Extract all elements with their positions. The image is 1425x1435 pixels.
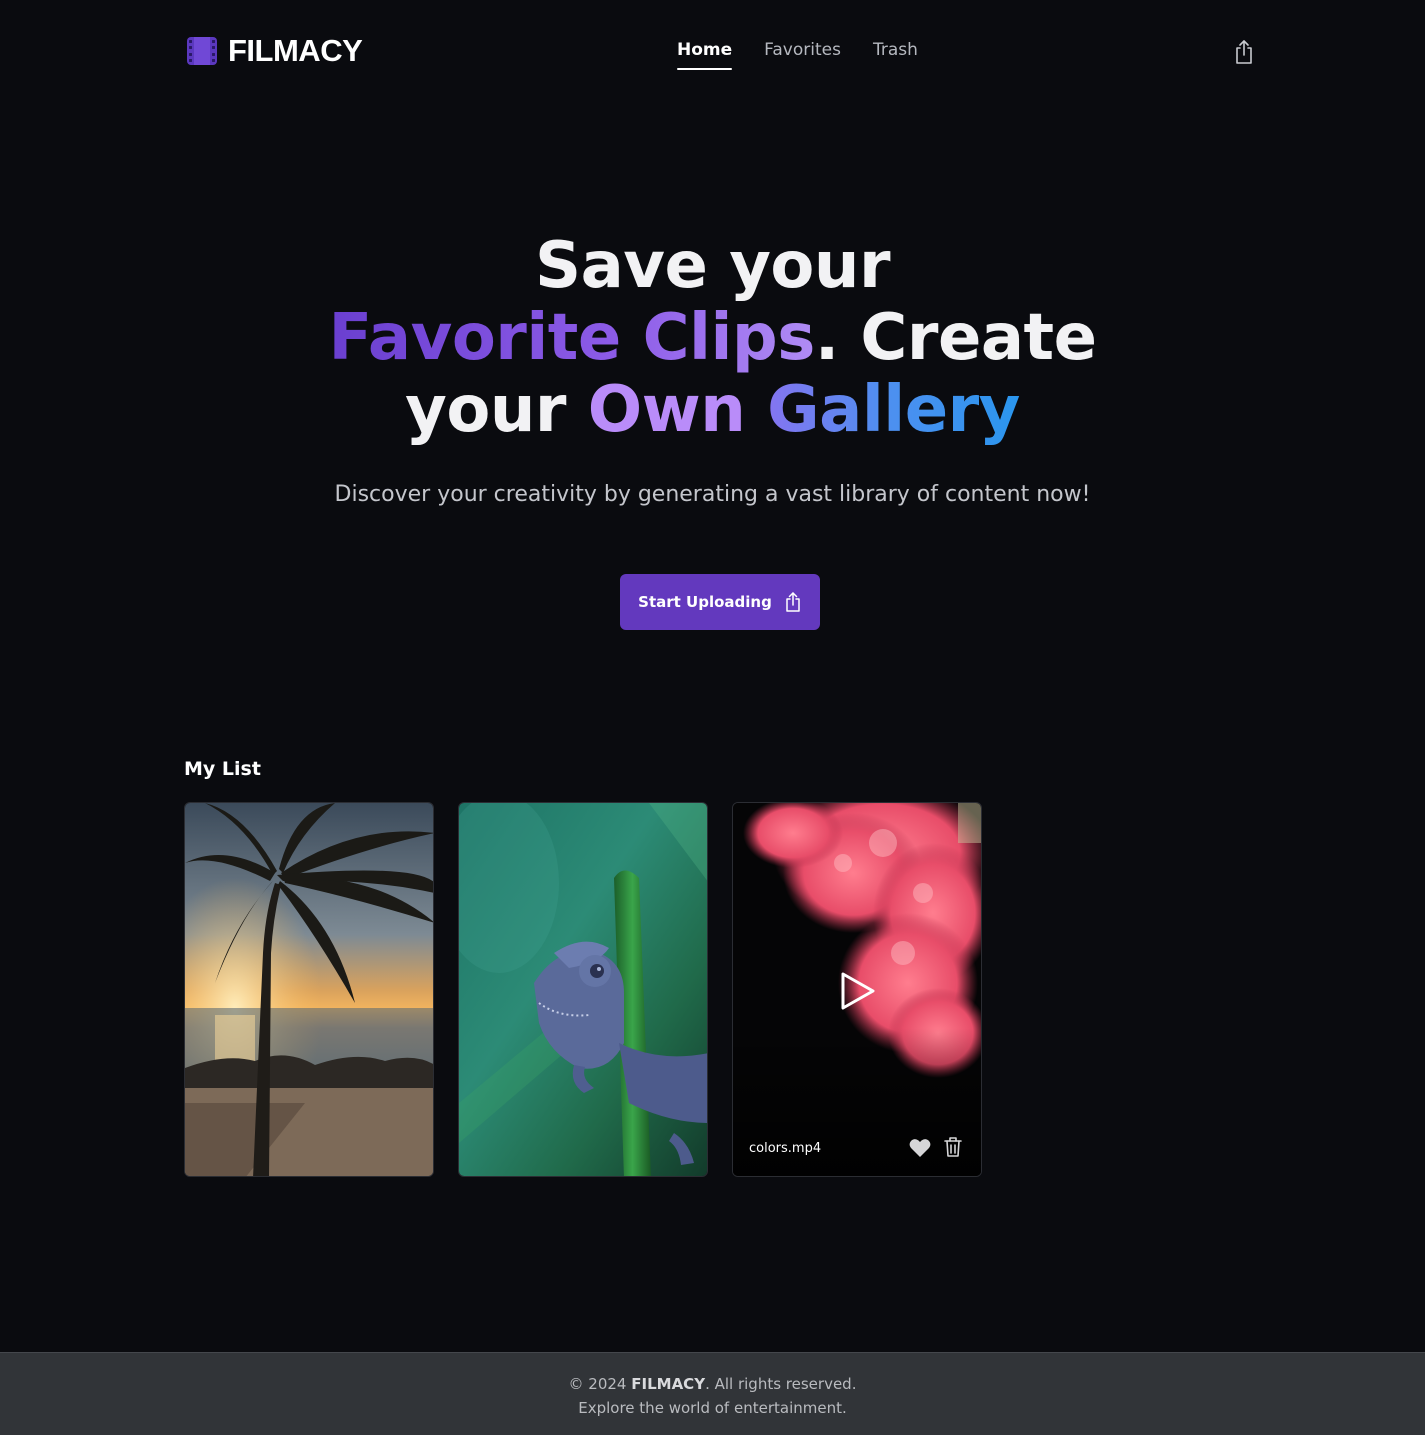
- video-card-palm-sunset[interactable]: [184, 802, 434, 1177]
- hero-subtitle: Discover your creativity by generating a…: [334, 482, 1091, 507]
- video-card-chameleon[interactable]: [458, 802, 708, 1177]
- start-uploading-button[interactable]: Start Uploading: [620, 574, 820, 630]
- hero-line-2-rest: . Create: [814, 301, 1097, 375]
- hero-headline: Save your Favorite Clips. Create your Ow…: [0, 230, 1425, 446]
- page-footer: © 2024 FILMACY. All rights reserved. Exp…: [0, 1352, 1425, 1435]
- video-card-colors[interactable]: colors.mp4: [732, 802, 982, 1177]
- upload-icon: [786, 592, 800, 612]
- heart-icon[interactable]: [909, 1138, 931, 1158]
- hero-line-3-start: your: [405, 373, 588, 447]
- my-list-title: My List: [184, 758, 261, 780]
- nav-trash[interactable]: Trash: [873, 36, 918, 64]
- film-icon: [187, 37, 217, 65]
- video-filename: colors.mp4: [749, 1141, 822, 1156]
- hero-line-1: Save your: [535, 229, 891, 303]
- footer-brand: FILMACY: [631, 1375, 706, 1393]
- footer-copyright: © 2024 FILMACY. All rights reserved.: [0, 1373, 1425, 1395]
- palm-tree-sunset-thumbnail: [185, 803, 433, 1176]
- trash-icon[interactable]: [943, 1136, 963, 1158]
- hero-highlight-gallery: Gallery: [745, 373, 1020, 447]
- footer-rights: . All rights reserved.: [705, 1375, 857, 1393]
- start-uploading-label: Start Uploading: [638, 593, 772, 611]
- share-upload-icon[interactable]: [1232, 39, 1256, 65]
- main-nav: Home Favorites Trash: [677, 36, 918, 70]
- play-icon[interactable]: [839, 971, 877, 1011]
- copyright-year: © 2024: [568, 1375, 627, 1393]
- nav-home[interactable]: Home: [677, 36, 733, 70]
- page: FILMACY Home Favorites Trash Save your F…: [0, 0, 1425, 1435]
- brand-logo[interactable]: FILMACY: [186, 33, 363, 68]
- brand-name: FILMACY: [228, 33, 363, 68]
- chameleon-thumbnail: [459, 803, 707, 1176]
- hero-highlight-own: Own: [587, 373, 746, 447]
- top-navbar: FILMACY Home Favorites Trash: [0, 0, 1425, 100]
- video-card-footer: colors.mp4: [733, 1116, 981, 1176]
- hero-highlight-favorite-clips: Favorite Clips: [328, 301, 815, 375]
- footer-tagline: Explore the world of entertainment.: [578, 1399, 847, 1417]
- nav-favorites[interactable]: Favorites: [764, 36, 841, 64]
